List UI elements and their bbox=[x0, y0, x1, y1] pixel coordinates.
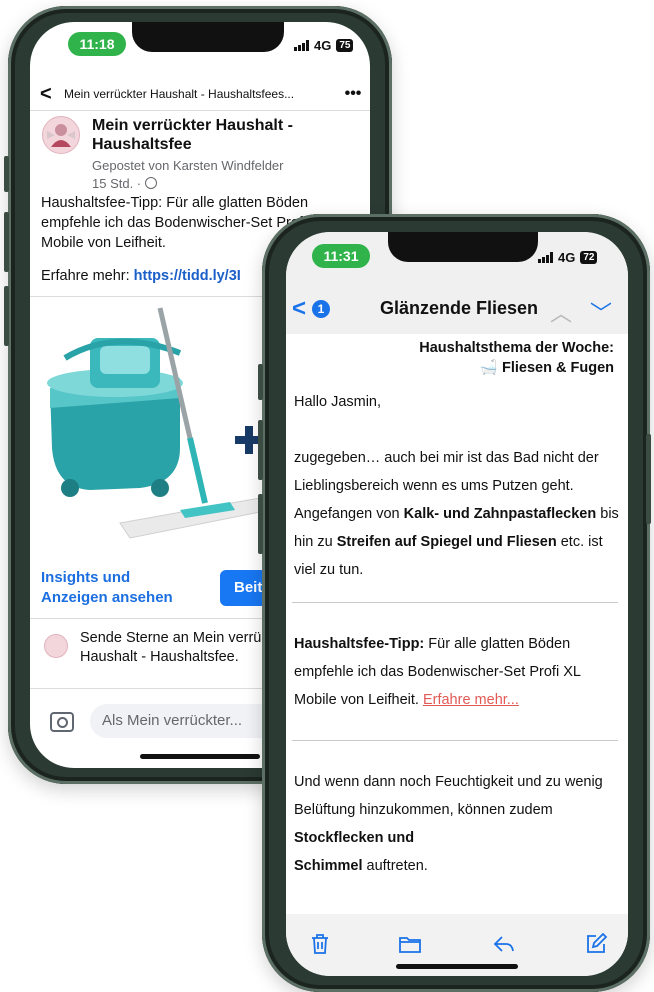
text: Und wenn dann noch Feuchtigkeit und zu w… bbox=[294, 774, 603, 818]
bold-text: Schimmel bbox=[294, 858, 363, 874]
compose-icon[interactable] bbox=[584, 932, 608, 956]
battery-icon: 72 bbox=[580, 251, 598, 264]
camera-icon[interactable] bbox=[50, 712, 74, 732]
post-more-line: Erfahre mehr: https://tidd.ly/3I bbox=[41, 268, 241, 284]
insights-link[interactable]: Insights und Anzeigen ansehen bbox=[41, 568, 191, 608]
volume-down-button bbox=[258, 494, 263, 554]
mail-nav-bar: < 1 Glänzende Fliesen ︿ ﹀ bbox=[286, 296, 628, 327]
bold-text: Streifen auf Spiegel und Fliesen bbox=[336, 534, 557, 550]
back-icon[interactable]: < bbox=[292, 296, 306, 322]
status-time: 11:31 bbox=[312, 244, 370, 268]
more-options-button[interactable]: ••• bbox=[336, 85, 370, 103]
notch bbox=[132, 22, 284, 52]
status-indicators: 4G 72 bbox=[538, 250, 598, 265]
post-link[interactable]: https://tidd.ly/3I bbox=[134, 268, 241, 284]
mail-subject: Glänzende Fliesen bbox=[380, 298, 539, 318]
power-button bbox=[646, 434, 651, 524]
learn-more-link[interactable]: Erfahre mehr... bbox=[423, 692, 519, 708]
status-indicators: 4G 75 bbox=[294, 38, 354, 53]
home-indicator[interactable] bbox=[140, 754, 260, 759]
network-label: 4G bbox=[558, 250, 576, 265]
page-name[interactable]: Mein verrückter Haushalt - Haushaltsfee bbox=[92, 116, 342, 154]
battery-icon: 75 bbox=[336, 39, 354, 52]
more-prefix: Erfahre mehr: bbox=[41, 268, 134, 284]
home-indicator[interactable] bbox=[396, 964, 518, 969]
heading-line-1: Haushaltsthema der Woche: bbox=[419, 340, 614, 356]
paragraph-tip: Haushaltsfee-Tipp: Für alle glatten Böde… bbox=[294, 630, 624, 714]
newsletter-heading: Haushaltsthema der Woche: 🛁 Fliesen & Fu… bbox=[419, 338, 614, 378]
nav-title: Mein verrückter Haushalt - Haushaltsfees… bbox=[64, 87, 295, 101]
trash-icon[interactable] bbox=[308, 932, 332, 956]
volume-up-button bbox=[4, 212, 9, 272]
reply-icon[interactable] bbox=[492, 932, 516, 956]
signal-icon bbox=[294, 40, 309, 51]
mail-screen: 11:31 4G 72 < 1 Glänzende Fliesen ︿ ﹀ Ha… bbox=[286, 232, 628, 976]
bold-text: Kalk- und Zahnpastaflecken bbox=[403, 506, 597, 522]
text: auftreten. bbox=[362, 858, 428, 874]
divider bbox=[292, 602, 618, 603]
signal-icon bbox=[538, 252, 553, 263]
folder-icon[interactable] bbox=[398, 932, 422, 956]
fb-nav-bar: < Mein verrückter Haushalt - Haushaltsfe… bbox=[30, 80, 370, 108]
mute-switch bbox=[4, 156, 9, 192]
greeting: Hallo Jasmin, bbox=[294, 394, 382, 410]
mute-switch bbox=[258, 364, 263, 400]
previous-message-icon[interactable]: ︿ bbox=[550, 296, 572, 328]
globe-icon bbox=[144, 177, 157, 189]
mail-body: Haushaltsthema der Woche: 🛁 Fliesen & Fu… bbox=[286, 334, 628, 914]
posted-by: Gepostet von Karsten Windfelder bbox=[92, 158, 284, 173]
network-label: 4G bbox=[314, 38, 332, 53]
page-avatar[interactable] bbox=[42, 116, 80, 154]
paragraph-bathroom: zugegeben… auch bei mir ist das Bad nich… bbox=[294, 444, 624, 584]
volume-up-button bbox=[258, 420, 263, 480]
bold-text: Stockflecken und bbox=[294, 830, 415, 846]
divider bbox=[292, 740, 618, 741]
volume-down-button bbox=[4, 286, 9, 346]
phone-mail: 11:31 4G 72 < 1 Glänzende Fliesen ︿ ﹀ Ha… bbox=[258, 214, 651, 992]
post-meta: Gepostet von Karsten Windfelder 15 Std. … bbox=[92, 157, 284, 193]
post-time: 15 Std. · bbox=[92, 176, 145, 191]
heading-line-2: 🛁 Fliesen & Fugen bbox=[479, 360, 614, 376]
divider bbox=[30, 110, 370, 111]
post-time-row: 15 Std. · bbox=[92, 175, 284, 193]
notch bbox=[388, 232, 538, 262]
paragraph-mold: Und wenn dann noch Feuchtigkeit und zu w… bbox=[294, 768, 624, 880]
next-message-icon[interactable]: ﹀ bbox=[590, 296, 612, 328]
stars-avatar bbox=[44, 634, 68, 658]
bold-text: Haushaltsfee-Tipp: bbox=[294, 636, 425, 652]
fairy-logo-icon bbox=[47, 124, 75, 147]
unread-badge: 1 bbox=[312, 300, 330, 318]
back-icon[interactable]: < bbox=[40, 83, 64, 106]
status-time: 11:18 bbox=[68, 32, 126, 56]
